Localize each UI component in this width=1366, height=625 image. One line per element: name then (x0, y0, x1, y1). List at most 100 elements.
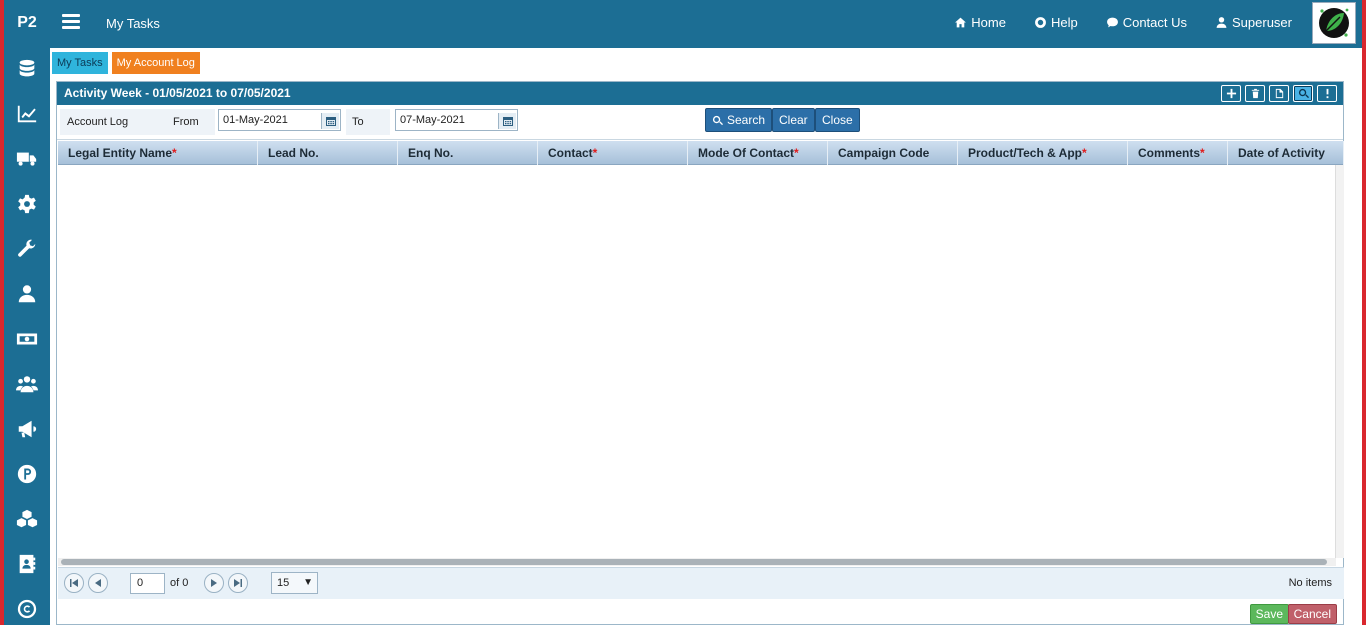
search-icon (1298, 88, 1309, 99)
nav-user-label: Superuser (1232, 15, 1292, 30)
gear-icon[interactable] (4, 181, 50, 226)
column-header[interactable]: Campaign Code (828, 141, 958, 165)
search-icon (712, 115, 723, 125)
line-chart-icon[interactable] (4, 91, 50, 136)
page-tabs: My Tasks My Account Log (52, 52, 200, 74)
activity-panel: Activity Week - 01/05/2021 to 07/05/2021… (56, 81, 1344, 625)
nav-user-menu[interactable]: Superuser (1215, 15, 1292, 30)
close-button[interactable]: Close (815, 108, 860, 132)
lifebuoy-icon (1035, 17, 1046, 28)
page-number-input[interactable]: 0 (130, 573, 165, 594)
chat-icon (1106, 17, 1118, 28)
column-header[interactable]: Contact* (538, 141, 688, 165)
column-header-label: Date of Activity (1238, 146, 1325, 160)
column-header-label: Mode Of Contact (698, 146, 794, 160)
cubes-icon[interactable] (4, 496, 50, 541)
cancel-button[interactable]: Cancel (1287, 604, 1337, 624)
to-date-input[interactable]: 07-May-2021 (395, 109, 518, 131)
nav-home-label: Home (971, 15, 1006, 30)
nav-help-label: Help (1050, 15, 1078, 30)
tab-my-account-log[interactable]: My Account Log (111, 52, 200, 74)
from-date-value: 01-May-2021 (223, 114, 288, 126)
brand-logo[interactable]: P2 (4, 0, 50, 46)
group-icon[interactable] (4, 361, 50, 406)
column-header[interactable]: Mode Of Contact* (688, 141, 828, 165)
column-header-label: Legal Entity Name (68, 146, 173, 160)
grid-body (58, 165, 1344, 558)
page-title: My Tasks (106, 16, 160, 31)
contact-book-icon[interactable] (4, 541, 50, 586)
next-page-button[interactable] (204, 573, 224, 593)
search-button-label: Search (727, 113, 766, 127)
export-button[interactable] (1269, 85, 1289, 102)
account-log-label: Account Log (60, 109, 157, 135)
grid-pager: 0 of 0 15 ▼ No items (58, 567, 1344, 599)
top-navbar: My Tasks Home Help Contact Us Superuser (50, 0, 1362, 48)
page-size-select[interactable]: 15 ▼ (271, 572, 318, 594)
calendar-icon[interactable] (321, 113, 339, 129)
nav-home[interactable]: Home (954, 15, 1006, 30)
window-edge-right (1362, 0, 1366, 625)
delete-icon (1251, 88, 1259, 99)
panel-header: Activity Week - 01/05/2021 to 07/05/2021 (57, 82, 1343, 105)
column-header[interactable]: Lead No. (258, 141, 398, 165)
more-button[interactable] (1317, 85, 1337, 102)
column-header-label: Lead No. (268, 146, 319, 160)
column-header-label: Comments (1138, 146, 1201, 160)
first-page-icon (70, 579, 78, 587)
last-page-icon (234, 579, 242, 587)
parking-icon[interactable] (4, 451, 50, 496)
vertical-scrollbar[interactable] (1335, 165, 1344, 558)
prev-page-icon (95, 579, 101, 587)
column-header[interactable]: Product/Tech & App* (958, 141, 1128, 165)
calendar-icon[interactable] (498, 113, 516, 129)
column-header-label: Contact (548, 146, 593, 160)
required-marker: * (592, 146, 598, 160)
last-page-button[interactable] (228, 573, 248, 593)
horizontal-scrollbar[interactable] (58, 558, 1336, 566)
search-button[interactable]: Search (705, 108, 773, 132)
nav-contact-us[interactable]: Contact Us (1106, 15, 1187, 30)
hamburger-menu-icon[interactable] (62, 14, 80, 30)
column-header-label: Product/Tech & App (968, 146, 1082, 160)
wrench-icon[interactable] (4, 226, 50, 271)
money-icon[interactable] (4, 316, 50, 361)
add-icon (1226, 88, 1236, 99)
database-icon[interactable] (4, 46, 50, 91)
search-toggle-button[interactable] (1293, 85, 1313, 102)
column-header-label: Enq No. (408, 146, 454, 160)
from-label: From (157, 109, 215, 135)
to-label: To (346, 109, 390, 135)
prev-page-button[interactable] (88, 573, 108, 593)
tab-my-tasks[interactable]: My Tasks (52, 52, 108, 74)
header-links: Home Help Contact Us Superuser (954, 15, 1292, 30)
nav-help[interactable]: Help (1034, 15, 1078, 30)
column-header-label: Campaign Code (838, 146, 930, 160)
truck-icon[interactable] (4, 136, 50, 181)
grid-header: Legal Entity Name* Lead No. Enq No. Contact… (58, 141, 1344, 165)
items-count: No items (1288, 577, 1332, 589)
panel-toolbar (1221, 85, 1337, 102)
copyright-icon[interactable] (4, 586, 50, 625)
megaphone-icon[interactable] (4, 406, 50, 451)
export-icon (1275, 88, 1283, 99)
required-marker: * (1082, 146, 1087, 160)
save-button[interactable]: Save (1249, 604, 1289, 624)
clear-button[interactable]: Clear (772, 108, 815, 132)
add-button[interactable] (1221, 85, 1241, 102)
chevron-down-icon: ▼ (303, 577, 313, 588)
from-date-input[interactable]: 01-May-2021 (218, 109, 341, 131)
to-date-value: 07-May-2021 (400, 114, 465, 126)
filter-bar: Account Log From 01-May-2021 To 07-May-2… (57, 105, 1343, 140)
first-page-button[interactable] (64, 573, 84, 593)
delete-button[interactable] (1245, 85, 1265, 102)
column-header[interactable]: Date of Activity (1228, 141, 1344, 165)
column-header[interactable]: Comments* (1128, 141, 1228, 165)
horizontal-scrollbar-thumb[interactable] (61, 559, 1327, 565)
page-size-value: 15 (277, 577, 290, 589)
nav-contact-label: Contact Us (1122, 15, 1188, 30)
column-header[interactable]: Legal Entity Name* (58, 141, 258, 165)
company-logo[interactable] (1312, 2, 1356, 44)
user-icon[interactable] (4, 271, 50, 316)
column-header[interactable]: Enq No. (398, 141, 538, 165)
